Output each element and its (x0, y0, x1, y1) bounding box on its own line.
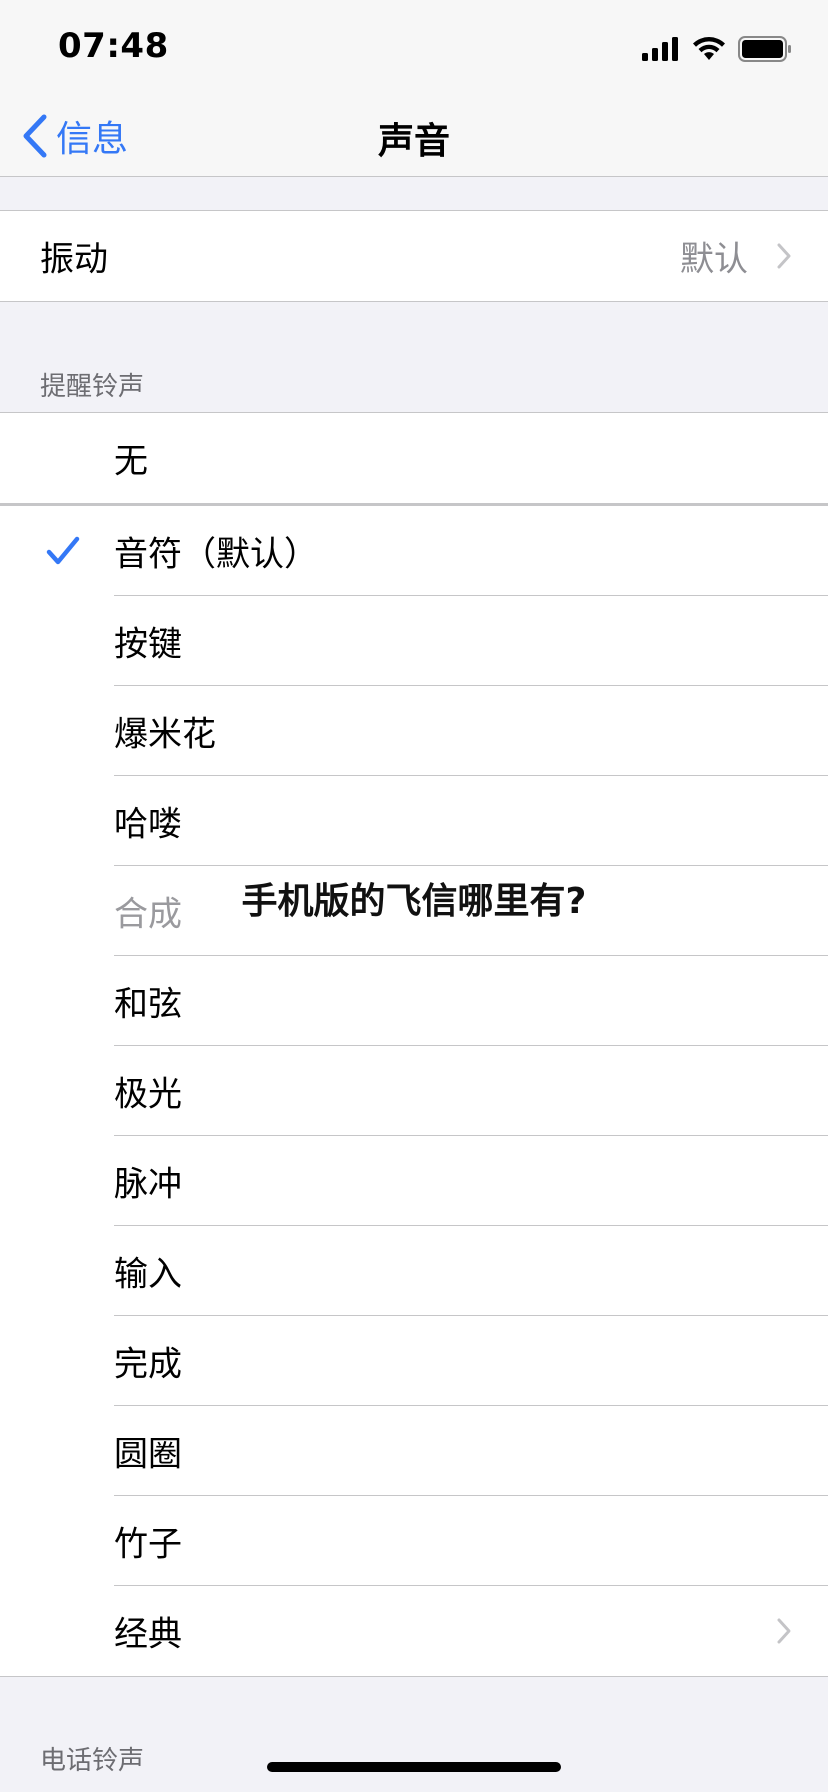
tone-row[interactable]: 输入 (0, 1226, 828, 1316)
alert-tones-header: 提醒铃声 (40, 372, 145, 402)
tone-label: 音符（默认） (114, 534, 318, 575)
tone-label: 完成 (114, 1344, 182, 1385)
tone-none-label: 无 (114, 441, 148, 482)
chevron-right-icon (777, 1618, 791, 1644)
tone-label: 极光 (114, 1074, 182, 1115)
tone-row[interactable]: 完成 (0, 1316, 828, 1406)
tone-label: 按键 (114, 624, 182, 665)
overlay-caption: 手机版的飞信哪里有? (241, 881, 587, 922)
tone-label: 哈喽 (114, 804, 182, 845)
battery-icon (738, 36, 791, 62)
tone-row[interactable]: 经典 (0, 1586, 828, 1677)
vibration-value: 默认 (680, 239, 748, 280)
tone-label: 竹子 (114, 1524, 182, 1565)
tone-row[interactable]: 按键 (0, 596, 828, 686)
tone-label: 脉冲 (114, 1164, 182, 1205)
status-bar: 07:48 (0, 0, 828, 96)
status-icons (642, 36, 792, 62)
tone-label: 圆圈 (114, 1434, 182, 1475)
checkmark-icon (46, 536, 80, 565)
tone-row[interactable]: 和弦 (0, 956, 828, 1046)
tone-row[interactable]: 圆圈 (0, 1406, 828, 1496)
tone-label: 爆米花 (114, 714, 216, 755)
vibration-label: 振动 (40, 239, 108, 280)
tone-row[interactable]: 哈喽 (0, 776, 828, 866)
tone-row[interactable]: 爆米花 (0, 686, 828, 776)
navigation-bar: 信息 声音 (0, 96, 828, 177)
vibration-row[interactable]: 振动 默认 (0, 210, 828, 302)
cellular-signal-icon (642, 37, 678, 61)
chevron-right-icon (777, 243, 791, 269)
tone-none-row[interactable]: 无 (0, 412, 828, 506)
page-title: 声音 (377, 121, 450, 162)
tone-row[interactable]: 音符（默认） (0, 506, 828, 596)
tone-row[interactable]: 竹子 (0, 1496, 828, 1586)
tone-row[interactable]: 脉冲 (0, 1136, 828, 1226)
tone-label: 输入 (114, 1254, 182, 1295)
tone-label: 经典 (114, 1614, 182, 1655)
ringtones-header: 电话铃声 (40, 1746, 145, 1776)
wifi-icon (693, 37, 725, 60)
status-time: 07:48 (58, 26, 169, 66)
home-indicator[interactable] (267, 1762, 561, 1772)
tone-label: 和弦 (114, 984, 182, 1025)
tone-row[interactable]: 极光 (0, 1046, 828, 1136)
